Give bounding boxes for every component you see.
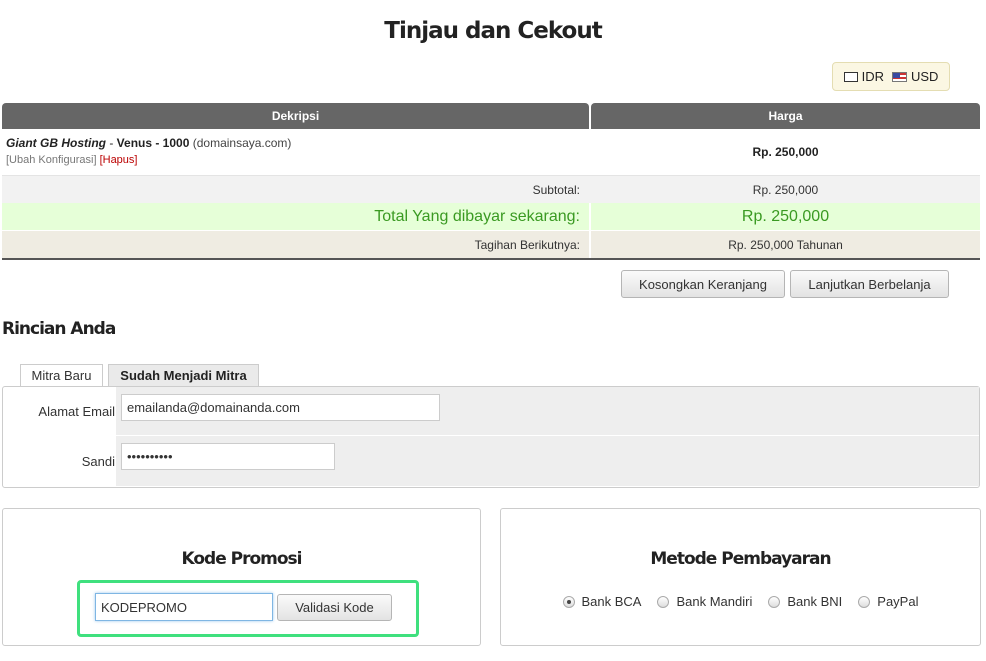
- empty-cart-button[interactable]: Kosongkan Keranjang: [621, 270, 785, 298]
- payment-option-label: Bank BNI: [787, 594, 843, 609]
- column-header-description: Dekripsi: [2, 103, 589, 129]
- details-section-title: Rincian Anda: [2, 319, 116, 339]
- idr-flag-icon: [843, 71, 858, 82]
- payment-option-bca[interactable]: Bank BCA: [562, 594, 642, 609]
- recurring-label: Tagihan Berikutnya:: [2, 231, 589, 258]
- column-header-price: Harga: [591, 103, 980, 129]
- payment-option-paypal[interactable]: PayPal: [858, 594, 918, 609]
- payment-option-label: Bank BCA: [581, 594, 642, 609]
- cart-item-package: Venus - 1000: [116, 136, 190, 150]
- tab-existing-customer[interactable]: Sudah Menjadi Mitra: [108, 364, 259, 386]
- cart-item-domain: (domainsaya.com): [189, 136, 292, 150]
- continue-shopping-button[interactable]: Lanjutkan Berbelanja: [790, 270, 949, 298]
- recurring-value: Rp. 250,000 Tahunan: [591, 231, 980, 258]
- validate-code-button[interactable]: Validasi Kode: [277, 594, 392, 621]
- password-field-cell: [116, 436, 979, 486]
- cart-item-actions: [Ubah Konfigurasi] [Hapus]: [6, 154, 585, 166]
- payment-options: Bank BCA Bank Mandiri Bank BNI PayPal: [501, 594, 980, 609]
- payment-option-bni[interactable]: Bank BNI: [768, 594, 842, 609]
- promo-panel: Kode Promosi Validasi Kode: [2, 508, 481, 646]
- password-label: Sandi: [81, 454, 115, 469]
- cart-item-separator: -: [106, 136, 117, 150]
- radio-icon[interactable]: [562, 595, 575, 608]
- subtotal-row: Subtotal: Rp. 250,000: [2, 175, 980, 203]
- promo-highlight: Validasi Kode: [77, 580, 419, 637]
- radio-icon[interactable]: [657, 595, 670, 608]
- password-row: Sandi: [3, 436, 979, 486]
- total-due-label: Total Yang dibayar sekarang:: [2, 203, 589, 230]
- subtotal-value: Rp. 250,000: [591, 176, 980, 203]
- payment-option-mandiri[interactable]: Bank Mandiri: [657, 594, 752, 609]
- subtotal-label: Subtotal:: [2, 176, 589, 203]
- recurring-row: Tagihan Berikutnya: Rp. 250,000 Tahunan: [2, 231, 980, 260]
- payment-option-label: PayPal: [877, 594, 919, 609]
- radio-icon[interactable]: [768, 595, 781, 608]
- radio-icon[interactable]: [858, 595, 871, 608]
- email-label: Alamat Email: [38, 404, 115, 419]
- email-row: Alamat Email: [3, 387, 979, 436]
- cart-item-price: Rp. 250,000: [752, 145, 819, 159]
- us-flag-icon: [891, 71, 907, 82]
- currency-idr-label: IDR: [861, 69, 884, 84]
- page-title: Tinjau dan Cekout: [384, 18, 602, 44]
- email-field-cell: [116, 387, 979, 435]
- password-field[interactable]: [121, 443, 335, 470]
- total-due-value: Rp. 250,000: [591, 203, 980, 230]
- tab-new-customer[interactable]: Mitra Baru: [20, 364, 103, 386]
- remove-item-link[interactable]: [Hapus]: [100, 154, 138, 166]
- currency-idr[interactable]: IDR: [843, 69, 884, 84]
- edit-config-link[interactable]: [Ubah Konfigurasi]: [6, 154, 97, 166]
- currency-usd[interactable]: USD: [891, 69, 939, 84]
- currency-selector: IDR USD: [832, 62, 950, 91]
- total-due-row: Total Yang dibayar sekarang: Rp. 250,000: [2, 203, 980, 230]
- promo-code-input[interactable]: [95, 593, 273, 621]
- cart-item-row: Giant GB Hosting - Venus - 1000 (domains…: [2, 130, 980, 174]
- cart-item-description: Giant GB Hosting - Venus - 1000 (domains…: [2, 130, 589, 174]
- payment-title: Metode Pembayaran: [650, 549, 831, 569]
- email-field[interactable]: [121, 394, 440, 421]
- cart-item-product: Giant GB Hosting: [6, 136, 106, 150]
- payment-panel: Metode Pembayaran Bank BCA Bank Mandiri …: [500, 508, 981, 646]
- cart-item-name: Giant GB Hosting - Venus - 1000 (domains…: [6, 136, 585, 150]
- promo-title: Kode Promosi: [181, 549, 302, 569]
- payment-option-label: Bank Mandiri: [676, 594, 753, 609]
- currency-usd-label: USD: [910, 69, 939, 84]
- login-form: Alamat Email Sandi: [2, 386, 980, 488]
